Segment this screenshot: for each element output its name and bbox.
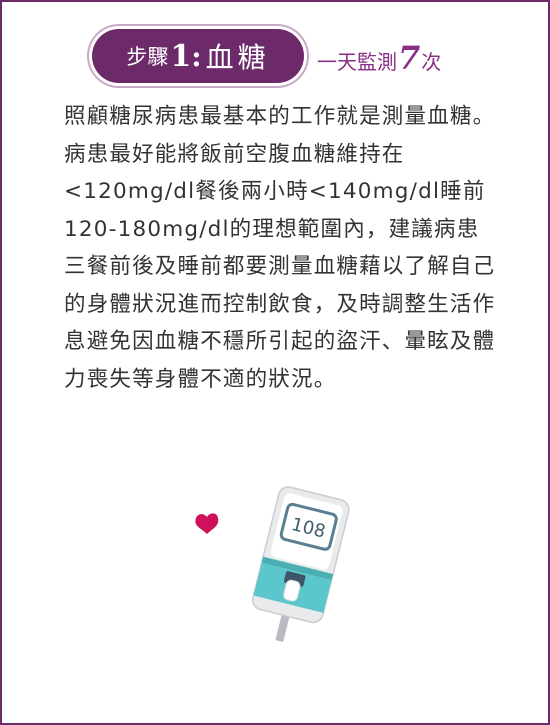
- frequency-count: 7: [398, 39, 421, 77]
- info-card: 步驟 1 : 血糖 一天監測 7 次 照顧糖尿病患最基本的工作就是測量血糖。病患…: [0, 0, 550, 725]
- step-colon: :: [191, 39, 202, 73]
- frequency-label: 一天監測 7 次: [317, 42, 441, 75]
- step-badge: 步驟 1 : 血糖: [92, 29, 304, 83]
- frequency-suffix: 次: [421, 50, 442, 74]
- step-number: 1: [170, 38, 192, 74]
- step-title: 血糖: [205, 41, 270, 74]
- body-paragraph: 照顧糖尿病患最基本的工作就是測量血糖。病患最好能將飯前空腹血糖維持在<120mg…: [64, 104, 496, 392]
- glucose-meter-icon: 108: [251, 486, 350, 643]
- heart-icon: [195, 513, 219, 534]
- frequency-prefix: 一天監測: [317, 50, 397, 74]
- glucose-meter-illustration: 108: [195, 486, 350, 643]
- step-prefix: 步驟: [126, 45, 169, 69]
